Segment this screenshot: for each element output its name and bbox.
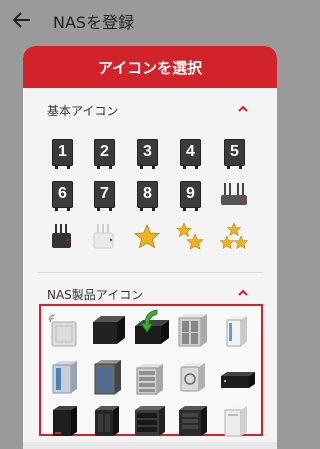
nas-products-section-title: NAS製品アイコン bbox=[47, 288, 144, 302]
two-stars-icon[interactable] bbox=[175, 222, 205, 252]
nas-blue-tower-icon[interactable] bbox=[47, 359, 81, 395]
nas-tower-icon: 5 bbox=[224, 139, 245, 169]
section-divider bbox=[37, 272, 263, 273]
one-star-icon[interactable] bbox=[132, 222, 162, 252]
icon-picker-dialog: アイコンを選択 基本アイコン 1 2 3 4 5 6 7 8 9 NAS製品アイ… bbox=[23, 46, 277, 449]
nas-black-box-icon[interactable] bbox=[89, 312, 127, 346]
basic-icon-1[interactable]: 1 bbox=[47, 139, 77, 169]
basic-icon-2[interactable]: 2 bbox=[89, 139, 119, 169]
router-dark-icon[interactable] bbox=[219, 181, 249, 211]
nas-flat-black-icon[interactable] bbox=[219, 366, 257, 394]
nas-tower-icon: 3 bbox=[137, 139, 158, 169]
nas-rack-stack-icon[interactable] bbox=[131, 402, 167, 438]
router-white-icon[interactable] bbox=[89, 222, 119, 252]
dialog-title: アイコンを選択 bbox=[97, 59, 203, 77]
basic-icon-5[interactable]: 5 bbox=[219, 139, 249, 169]
nas-black-2bay-icon[interactable] bbox=[89, 404, 123, 438]
basic-icon-4[interactable]: 4 bbox=[175, 139, 205, 169]
basic-icon-9[interactable]: 9 bbox=[175, 181, 205, 211]
basic-icon-3[interactable]: 3 bbox=[132, 139, 162, 169]
nas-silver-4bay-icon[interactable] bbox=[131, 360, 167, 396]
basic-icons-section-title: 基本アイコン bbox=[47, 104, 119, 118]
nas-white-tower-icon[interactable] bbox=[219, 402, 251, 438]
three-stars-icon[interactable] bbox=[219, 222, 249, 252]
nas-black-4bay-icon[interactable] bbox=[175, 402, 209, 438]
nas-tower-icon: 8 bbox=[137, 181, 158, 211]
app-bar: NASを登録 bbox=[0, 0, 300, 40]
nas-tower-icon: 1 bbox=[52, 139, 73, 169]
list-overflow-edge bbox=[23, 442, 277, 449]
nas-slim-white-icon[interactable] bbox=[219, 314, 251, 348]
chevron-up-icon[interactable] bbox=[237, 104, 249, 114]
nas-gray-2bay-icon[interactable] bbox=[89, 358, 125, 396]
wifi-nas-white-icon[interactable] bbox=[47, 314, 81, 348]
nas-black-tower-icon[interactable] bbox=[47, 404, 81, 438]
chevron-up-icon[interactable] bbox=[237, 288, 249, 298]
nas-tower-icon: 6 bbox=[52, 181, 73, 211]
nas-tower-icon: 2 bbox=[94, 139, 115, 169]
nas-with-green-arrow-icon[interactable] bbox=[131, 308, 171, 348]
nas-tower-icon: 7 bbox=[94, 181, 115, 211]
page-title: NASを登録 bbox=[53, 13, 135, 32]
router-black-icon[interactable] bbox=[47, 222, 77, 252]
dialog-header: アイコンを選択 bbox=[23, 46, 277, 88]
nas-tower-icon: 9 bbox=[180, 181, 201, 211]
nas-4bay-silver-icon[interactable] bbox=[175, 312, 209, 348]
nas-compact-silver-icon[interactable] bbox=[175, 359, 209, 395]
nas-tower-icon: 4 bbox=[180, 139, 201, 169]
basic-icon-6[interactable]: 6 bbox=[47, 181, 77, 211]
back-arrow-icon[interactable] bbox=[10, 8, 34, 32]
basic-icon-8[interactable]: 8 bbox=[132, 181, 162, 211]
basic-icon-7[interactable]: 7 bbox=[89, 181, 119, 211]
